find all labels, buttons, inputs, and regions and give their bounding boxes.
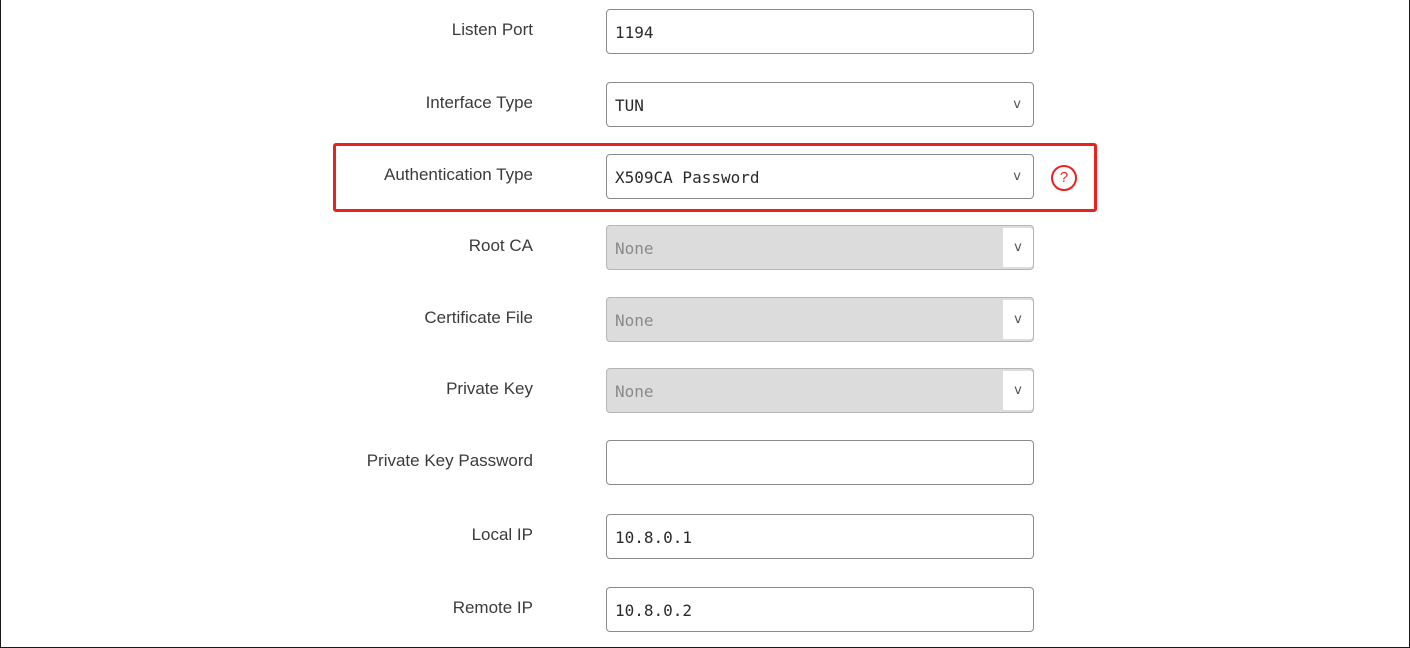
chevron-down-icon: v xyxy=(1003,300,1033,339)
private-key-password-input[interactable] xyxy=(606,440,1034,485)
private-key-value: None xyxy=(615,382,654,401)
private-key-label: Private Key xyxy=(446,379,533,398)
local-ip-input[interactable]: 10.8.0.1 xyxy=(606,514,1034,559)
chevron-down-icon: v xyxy=(1013,97,1021,112)
field-root-ca: Root CA None v xyxy=(1,225,1409,275)
private-key-select: None v xyxy=(606,368,1034,413)
root-ca-select: None v xyxy=(606,225,1034,270)
chevron-down-icon: v xyxy=(1003,371,1033,410)
field-remote-ip: Remote IP 10.8.0.2 xyxy=(1,587,1409,637)
field-listen-port: Listen Port 1194 xyxy=(1,9,1409,59)
chevron-down-icon: v xyxy=(1013,169,1021,184)
authentication-type-value: X509CA Password xyxy=(615,168,760,187)
authentication-type-label: Authentication Type xyxy=(383,165,533,184)
settings-form: Listen Port 1194 Interface Type TUN v Au… xyxy=(0,0,1410,648)
field-certificate-file: Certificate File None v xyxy=(1,297,1409,347)
field-authentication-type: Authentication Type X509CA Password v xyxy=(1,154,1409,204)
local-ip-label: Local IP xyxy=(471,525,533,544)
interface-type-label: Interface Type xyxy=(425,93,533,112)
field-private-key: Private Key None v xyxy=(1,368,1409,418)
listen-port-value: 1194 xyxy=(615,23,654,42)
certificate-file-label: Certificate File xyxy=(424,308,533,327)
listen-port-label: Listen Port xyxy=(451,20,533,39)
interface-type-select[interactable]: TUN v xyxy=(606,82,1034,127)
private-key-password-label: Private Key Password xyxy=(366,451,533,470)
root-ca-value: None xyxy=(615,239,654,258)
field-private-key-password: Private Key Password xyxy=(1,440,1409,490)
field-local-ip: Local IP 10.8.0.1 xyxy=(1,514,1409,564)
remote-ip-label: Remote IP xyxy=(452,598,533,617)
question-circle-icon[interactable]: ? xyxy=(1051,165,1077,191)
remote-ip-input[interactable]: 10.8.0.2 xyxy=(606,587,1034,632)
chevron-down-icon: v xyxy=(1003,228,1033,267)
interface-type-value: TUN xyxy=(615,96,644,115)
local-ip-value: 10.8.0.1 xyxy=(615,528,693,547)
certificate-file-select: None v xyxy=(606,297,1034,342)
authentication-type-select[interactable]: X509CA Password v xyxy=(606,154,1034,199)
field-interface-type: Interface Type TUN v xyxy=(1,82,1409,132)
remote-ip-value: 10.8.0.2 xyxy=(615,601,693,620)
certificate-file-value: None xyxy=(615,311,654,330)
listen-port-input[interactable]: 1194 xyxy=(606,9,1034,54)
root-ca-label: Root CA xyxy=(468,236,533,255)
